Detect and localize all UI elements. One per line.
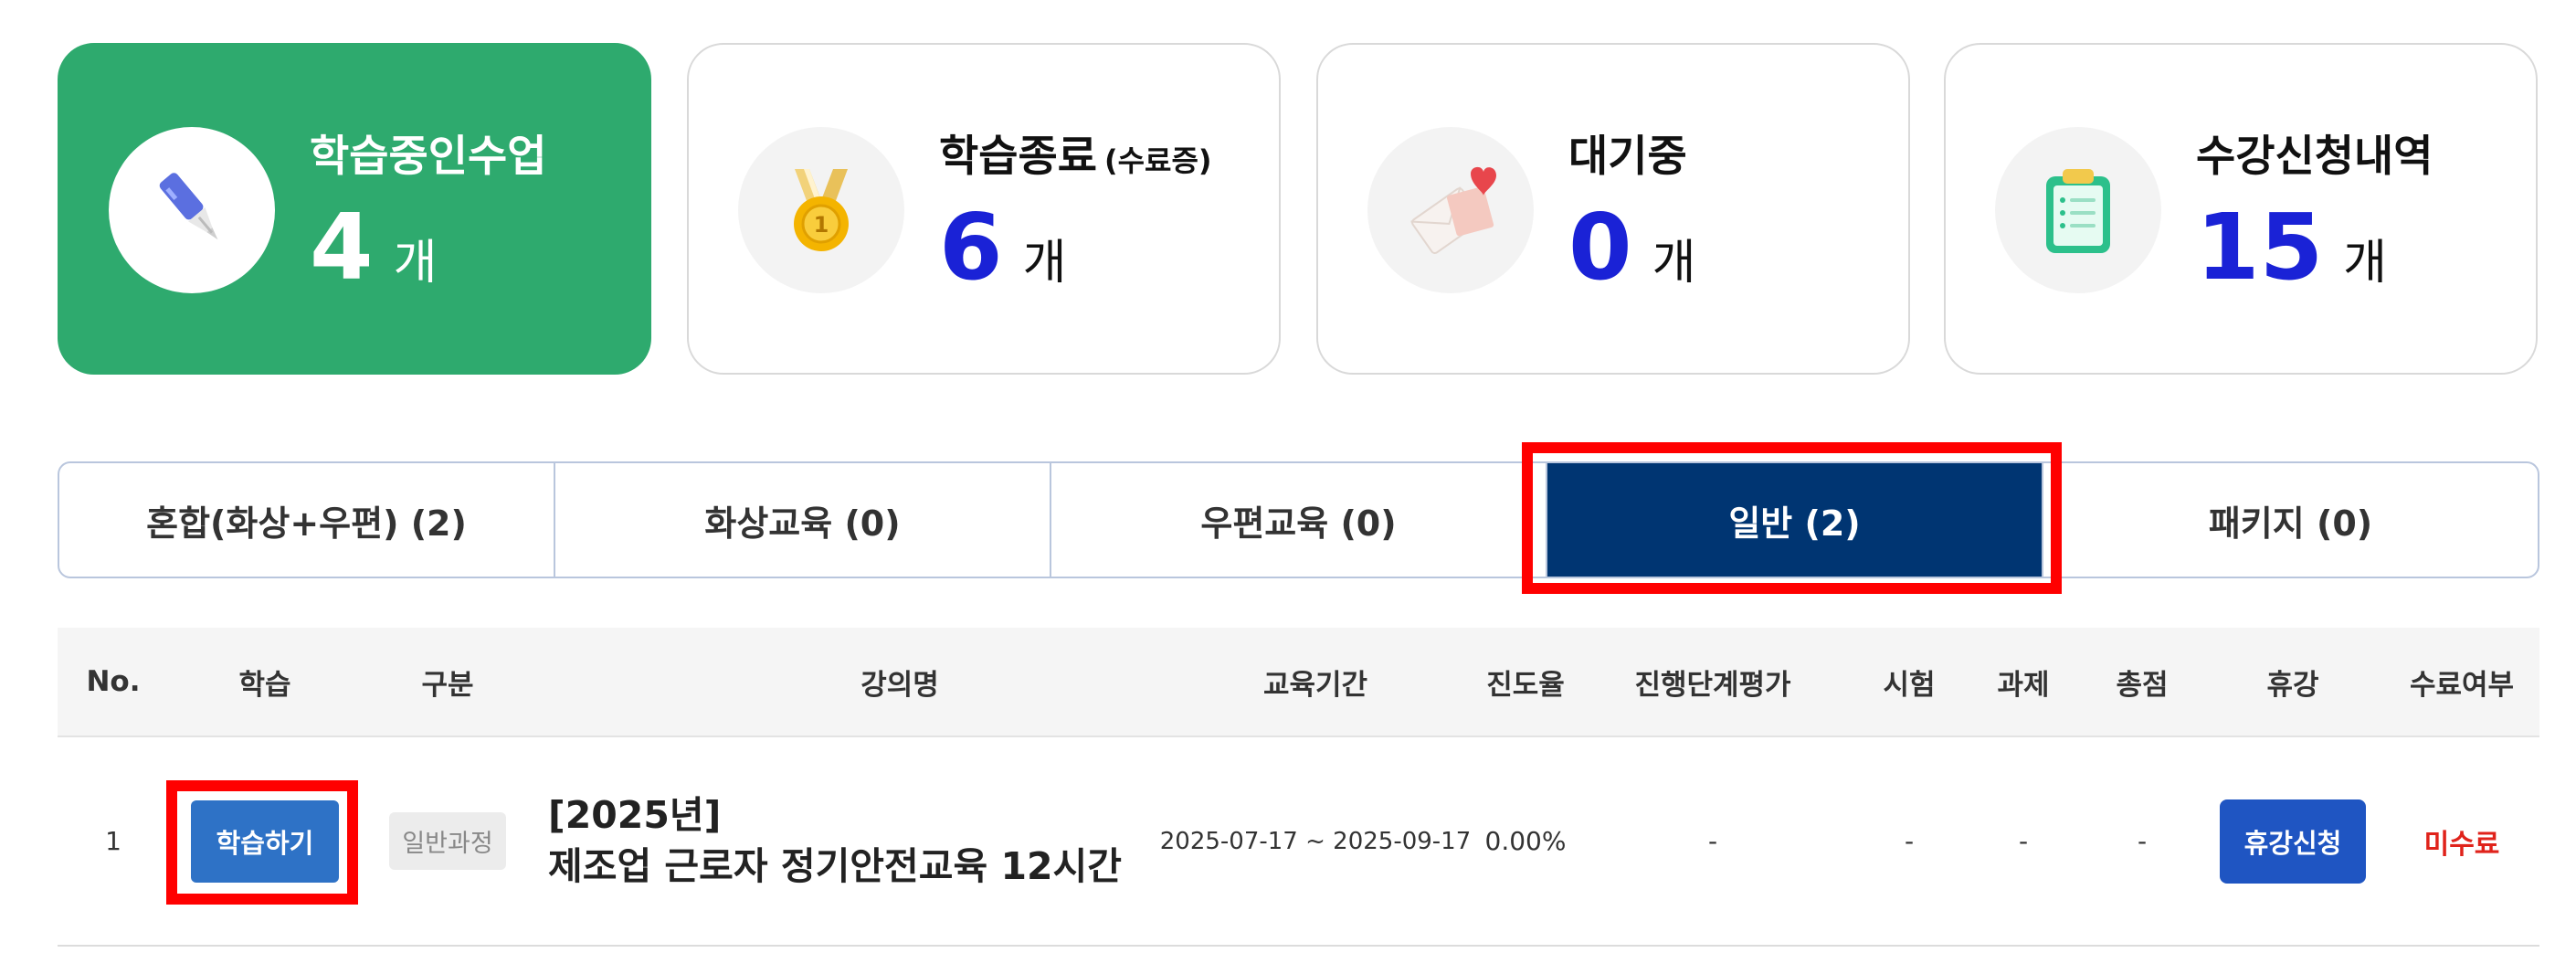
count-value: 15: [2196, 194, 2324, 301]
col-title: 강의명: [860, 668, 939, 702]
col-leave: 휴강: [2266, 668, 2319, 702]
table-row: 1 학습하기 일반과정 [2025년] 제조업 근로자 정기안전교육 12시간 …: [58, 737, 2539, 947]
card-title: 학습중인수업: [310, 132, 547, 182]
cell-no: 1: [105, 826, 121, 856]
col-assignment: 과제: [1997, 668, 2050, 702]
cell-exam: -: [1904, 826, 1915, 856]
card-count: 0개: [1568, 202, 1695, 293]
col-total: 총점: [2116, 668, 2169, 702]
card-waiting[interactable]: 대기중 0개: [1316, 43, 1910, 375]
completion-status: 미수료: [2423, 828, 2500, 861]
table-header: No. 학습 구분 강의명 교육기간 진도율 진행단계평가 시험 과제 총점 휴…: [58, 628, 2539, 737]
card-enrollments[interactable]: 수강신청내역 15 개: [1944, 43, 2538, 375]
tab-package[interactable]: 패키지 (0): [2042, 463, 2538, 577]
cell-progress: 0.00%: [1484, 826, 1567, 856]
envelope-heart-icon-circle: [1367, 127, 1534, 293]
card-count: 4개: [310, 202, 437, 293]
pen-icon: [159, 173, 218, 240]
col-exam: 시험: [1883, 668, 1936, 702]
medal-icon: 1: [794, 169, 849, 251]
count-unit: 개: [1652, 236, 1696, 291]
card-count: 15 개: [2196, 202, 2387, 293]
count-value: 4: [310, 194, 374, 301]
envelope-heart-icon: [1410, 166, 1496, 255]
svg-text:1: 1: [814, 212, 829, 238]
cell-study: 학습하기: [187, 737, 343, 945]
col-stage-eval: 진행단계평가: [1634, 668, 1791, 702]
card-count: 6개: [939, 202, 1066, 293]
col-no: No.: [86, 665, 141, 698]
col-category: 구분: [421, 668, 474, 702]
study-button[interactable]: 학습하기: [191, 799, 339, 883]
cell-course-title: [2025년] 제조업 근로자 정기안전교육 12시간: [548, 737, 1206, 945]
cell-leave: 휴강신청: [2220, 737, 2366, 945]
card-title: 학습종료 (수료증): [939, 132, 1212, 182]
card-studying[interactable]: 학습중인수업 4개: [58, 43, 651, 375]
pen-icon-circle: [109, 127, 275, 293]
cell-period: 2025-07-17 ~ 2025-09-17: [1159, 827, 1472, 855]
tab-general[interactable]: 일반 (2): [1546, 463, 2042, 577]
count-value: 6: [939, 194, 1003, 301]
course-type-tabs: 혼합(화상+우편) (2) 화상교육 (0) 우편교육 (0) 일반 (2) 패…: [58, 461, 2539, 578]
col-study: 학습: [238, 668, 291, 702]
card-title: 대기중: [1568, 132, 1687, 182]
tab-video[interactable]: 화상교육 (0): [554, 463, 1050, 577]
category-badge: 일반과정: [389, 812, 506, 870]
count-value: 0: [1568, 194, 1632, 301]
count-unit: 개: [393, 236, 438, 291]
cell-category: 일반과정: [379, 737, 516, 945]
medal-icon-circle: 1: [738, 127, 904, 293]
course-title-line2: 제조업 근로자 정기안전교육 12시간: [548, 843, 1122, 888]
cell-total: -: [2137, 826, 2148, 856]
cell-assignment: -: [2018, 826, 2029, 856]
card-completed[interactable]: 1 학습종료 (수료증) 6개: [687, 43, 1281, 375]
card-subtitle: (수료증): [1103, 143, 1212, 178]
col-completion: 수료여부: [2409, 668, 2515, 702]
card-title: 수강신청내역: [2196, 132, 2433, 182]
col-progress: 진도율: [1486, 668, 1565, 702]
count-unit: 개: [2343, 236, 2388, 291]
clipboard-icon-circle: [1995, 127, 2161, 293]
leave-request-button[interactable]: 휴강신청: [2220, 799, 2366, 884]
tab-blended[interactable]: 혼합(화상+우편) (2): [59, 463, 554, 577]
tab-postal[interactable]: 우편교육 (0): [1050, 463, 1546, 577]
cell-stage-eval: -: [1707, 826, 1718, 856]
course-title-line1: [2025년]: [548, 793, 722, 838]
col-period: 교육기간: [1262, 668, 1368, 702]
count-unit: 개: [1022, 236, 1067, 291]
clipboard-icon: [2046, 169, 2110, 253]
cell-completion: 미수료: [2389, 737, 2535, 945]
